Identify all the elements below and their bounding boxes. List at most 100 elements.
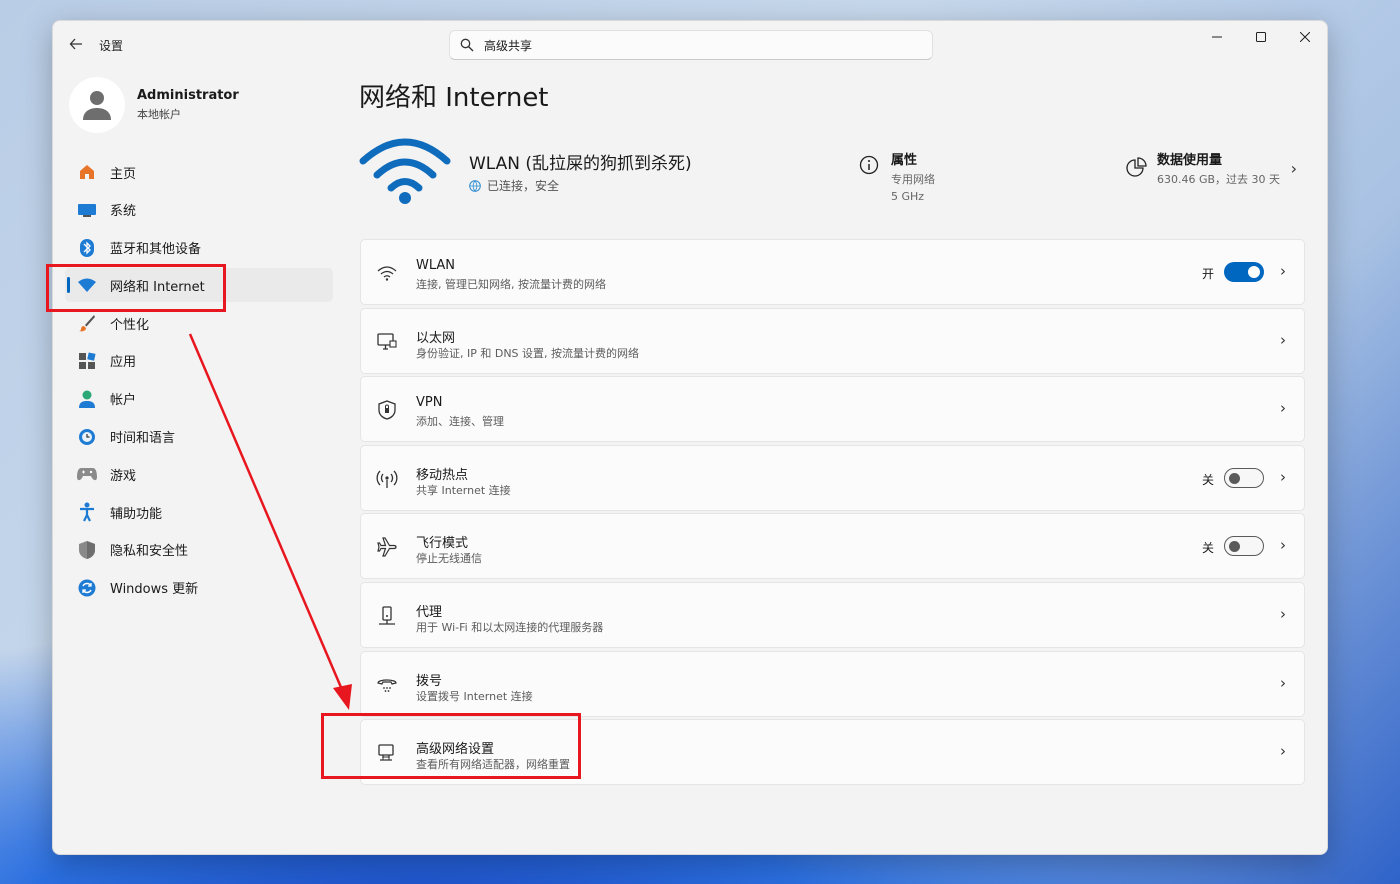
annotation-highlight-advanced bbox=[321, 713, 581, 779]
paintbrush-icon bbox=[77, 313, 97, 333]
card-subtitle: 连接, 管理已知网络, 按流量计费的网络 bbox=[416, 278, 606, 291]
card-vpn[interactable]: VPN 添加、连接、管理 › bbox=[360, 376, 1305, 443]
settings-list: WLAN 连接, 管理已知网络, 按流量计费的网络 开 › 以太网 身份验证, … bbox=[360, 239, 1305, 788]
globe-clock-icon bbox=[77, 427, 97, 447]
sidebar-item-bluetooth[interactable]: 蓝牙和其他设备 bbox=[65, 231, 333, 265]
gamepad-icon bbox=[77, 464, 97, 484]
card-mobile-hotspot[interactable]: 移动热点 共享 Internet 连接 关 › bbox=[360, 444, 1305, 511]
avatar bbox=[69, 77, 125, 133]
back-button[interactable] bbox=[65, 33, 87, 55]
apps-icon bbox=[77, 351, 97, 371]
properties-title: 属性 bbox=[891, 153, 918, 168]
chevron-right-icon: › bbox=[1280, 467, 1286, 486]
page-title: 网络和 Internet bbox=[359, 83, 549, 113]
person-icon bbox=[77, 389, 97, 409]
chevron-right-icon: › bbox=[1280, 742, 1286, 761]
title-bar: 设置 bbox=[53, 21, 1327, 69]
close-icon bbox=[1300, 32, 1310, 42]
status-text: 已连接，安全 bbox=[487, 179, 560, 193]
accessibility-icon bbox=[77, 502, 97, 522]
airplane-mode-toggle[interactable] bbox=[1224, 536, 1264, 557]
connection-status: 已连接，安全 bbox=[469, 177, 559, 194]
chevron-right-icon: › bbox=[1280, 673, 1286, 692]
card-title: VPN bbox=[416, 395, 443, 411]
user-name: Administrator bbox=[137, 88, 239, 103]
card-title: 代理 bbox=[416, 604, 443, 620]
sidebar-item-system[interactable]: 系统 bbox=[65, 193, 333, 227]
dialup-icon bbox=[375, 673, 399, 697]
wifi-large-icon bbox=[359, 138, 451, 204]
search-icon bbox=[460, 38, 474, 52]
card-subtitle: 添加、连接、管理 bbox=[416, 415, 504, 429]
chevron-right-icon: › bbox=[1280, 262, 1286, 280]
data-usage-link[interactable]: 数据使用量 630.46 GB，过去 30 天 bbox=[1125, 149, 1280, 187]
search-box[interactable] bbox=[449, 30, 933, 60]
card-wlan[interactable]: WLAN 连接, 管理已知网络, 按流量计费的网络 开 › bbox=[360, 239, 1305, 305]
chevron-right-icon: › bbox=[1290, 159, 1297, 178]
properties-link[interactable]: 属性 专用网络 5 GHz bbox=[859, 149, 935, 203]
minimize-icon bbox=[1212, 36, 1222, 38]
maximize-button[interactable] bbox=[1239, 21, 1283, 53]
card-title: WLAN bbox=[416, 258, 456, 273]
card-subtitle: 设置拨号 Internet 连接 bbox=[416, 689, 533, 703]
account-type: 本地帐户 bbox=[137, 108, 181, 121]
vpn-shield-icon bbox=[375, 398, 399, 422]
chevron-right-icon: › bbox=[1280, 604, 1286, 623]
annotation-highlight-network bbox=[46, 264, 226, 312]
search-input[interactable] bbox=[484, 38, 904, 52]
user-card[interactable]: Administrator 本地帐户 bbox=[65, 69, 333, 141]
home-icon bbox=[77, 162, 97, 182]
sidebar-item-gaming[interactable]: 游戏 bbox=[65, 457, 333, 491]
sidebar-item-label: 时间和语言 bbox=[110, 431, 176, 447]
card-airplane-mode[interactable]: 飞行模式 停止无线通信 关 › bbox=[360, 513, 1305, 580]
chevron-right-icon: › bbox=[1280, 536, 1286, 555]
wlan-hero: WLAN (乱拉屎的狗抓到杀死) 已连接，安全 属性 专用网络 5 GHz 数据… bbox=[359, 133, 1305, 223]
card-ethernet[interactable]: 以太网 身份验证, IP 和 DNS 设置, 按流量计费的网络 › bbox=[360, 307, 1305, 374]
chevron-right-icon: › bbox=[1280, 330, 1286, 349]
toggle-state-label: 关 bbox=[1201, 472, 1214, 487]
toggle-state-label: 开 bbox=[1201, 267, 1214, 281]
sidebar-item-label: 应用 bbox=[110, 355, 137, 371]
system-display-icon bbox=[77, 200, 97, 220]
sidebar-item-label: 主页 bbox=[110, 166, 137, 182]
maximize-icon bbox=[1256, 32, 1266, 42]
sidebar-item-windows-update[interactable]: Windows 更新 bbox=[65, 571, 333, 605]
sidebar-item-label: 隐私和安全性 bbox=[110, 544, 189, 560]
sidebar-item-label: 系统 bbox=[110, 204, 137, 220]
info-icon bbox=[859, 155, 879, 175]
hotspot-icon bbox=[375, 467, 399, 491]
card-subtitle: 共享 Internet 连接 bbox=[416, 483, 511, 497]
sidebar-item-label: 个性化 bbox=[110, 317, 150, 333]
wlan-toggle[interactable] bbox=[1224, 262, 1264, 282]
sidebar-item-apps[interactable]: 应用 bbox=[65, 344, 333, 378]
card-proxy[interactable]: 代理 用于 Wi-Fi 和以太网连接的代理服务器 › bbox=[360, 581, 1305, 648]
chevron-right-icon: › bbox=[1280, 399, 1286, 418]
minimize-button[interactable] bbox=[1195, 21, 1239, 53]
card-subtitle: 停止无线通信 bbox=[416, 552, 482, 566]
card-dial-up[interactable]: 拨号 设置拨号 Internet 连接 › bbox=[360, 650, 1305, 717]
network-profile: 专用网络 bbox=[891, 173, 935, 186]
sidebar-nav: 主页 系统 蓝牙和其他设备 网络和 Internet 个性化 应用 帐户 时间和… bbox=[65, 155, 333, 609]
globe-icon bbox=[469, 179, 481, 192]
sidebar-item-privacy[interactable]: 隐私和安全性 bbox=[65, 533, 333, 567]
bluetooth-icon bbox=[77, 238, 97, 258]
card-title: 移动热点 bbox=[416, 467, 469, 483]
sidebar-item-accounts[interactable]: 帐户 bbox=[65, 382, 333, 416]
ethernet-icon bbox=[375, 330, 399, 354]
update-icon bbox=[77, 578, 97, 598]
sidebar-item-time-language[interactable]: 时间和语言 bbox=[65, 420, 333, 454]
network-band: 5 GHz bbox=[891, 190, 925, 203]
sidebar-item-label: 辅助功能 bbox=[110, 506, 163, 522]
app-title: 设置 bbox=[99, 39, 124, 53]
sidebar-item-label: 帐户 bbox=[110, 393, 137, 409]
settings-window: 设置 Administrator 本地帐户 bbox=[52, 20, 1328, 855]
proxy-icon bbox=[375, 604, 399, 628]
wifi-icon bbox=[375, 261, 399, 285]
close-button[interactable] bbox=[1283, 21, 1327, 53]
sidebar-item-home[interactable]: 主页 bbox=[65, 155, 333, 189]
sidebar-item-accessibility[interactable]: 辅助功能 bbox=[65, 495, 333, 529]
hotspot-toggle[interactable] bbox=[1224, 467, 1264, 488]
shield-icon bbox=[77, 540, 97, 560]
card-subtitle: 身份验证, IP 和 DNS 设置, 按流量计费的网络 bbox=[416, 346, 640, 360]
arrow-left-icon bbox=[69, 38, 82, 50]
